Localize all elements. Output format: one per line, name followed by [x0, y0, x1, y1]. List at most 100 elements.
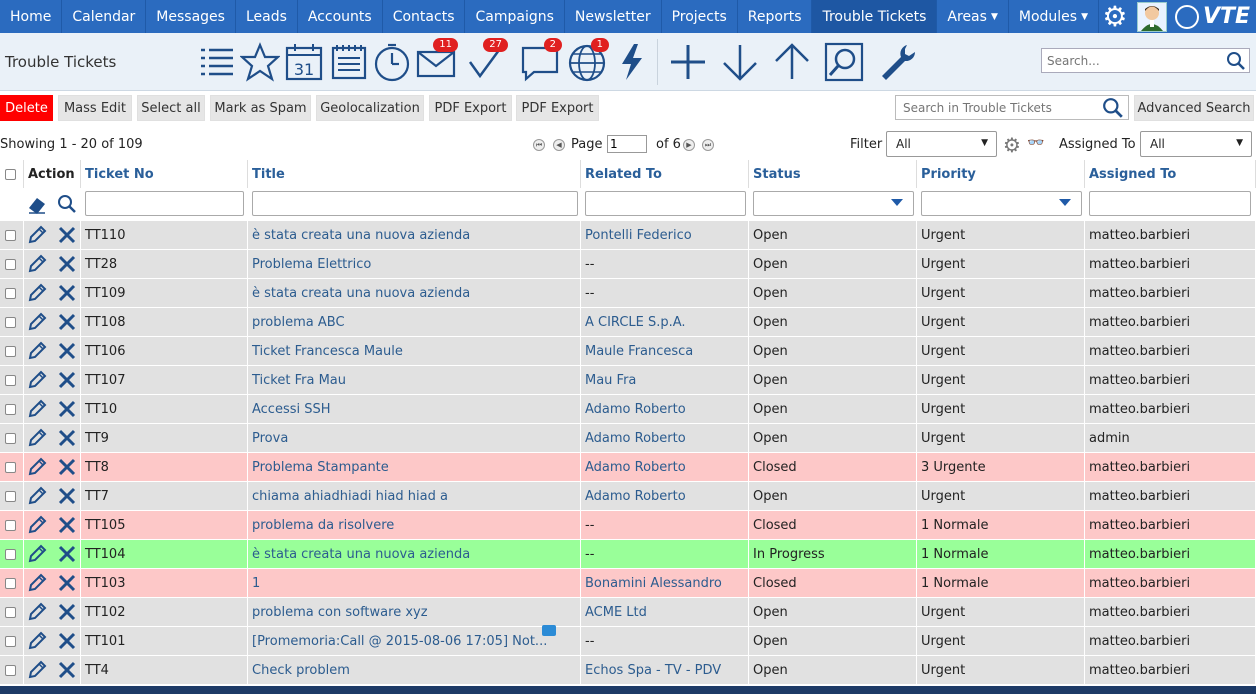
title-cell-text[interactable]: problema con software xyz: [252, 605, 428, 620]
delete-x-icon[interactable]: [57, 544, 77, 564]
nav-calendar[interactable]: Calendar: [62, 0, 147, 33]
filter-select[interactable]: All ▼: [886, 131, 997, 157]
row-checkbox[interactable]: [5, 519, 16, 531]
title-cell[interactable]: Prova: [248, 424, 581, 452]
delete-x-icon[interactable]: [57, 312, 77, 332]
delete-x-icon[interactable]: [57, 225, 77, 245]
row-checkbox[interactable]: [5, 606, 16, 618]
delete-x-icon[interactable]: [57, 602, 77, 622]
related-to-cell-text[interactable]: Adamo Roberto: [585, 402, 686, 417]
edit-pencil-icon[interactable]: [27, 602, 47, 622]
col-ticket-no[interactable]: Ticket No: [81, 160, 248, 188]
related-to-cell[interactable]: Echos Spa - TV - PDV: [581, 656, 749, 684]
edit-pencil-icon[interactable]: [27, 573, 47, 593]
row-checkbox[interactable]: [5, 548, 16, 560]
table-row[interactable]: TT104 è stata creata una nuova azienda -- I…: [0, 540, 1256, 569]
row-checkbox[interactable]: [5, 374, 16, 386]
preview-glasses-icon[interactable]: 👓: [1027, 135, 1044, 151]
table-row[interactable]: TT28 Problema Elettrico -- Open Urgent matteo…: [0, 250, 1256, 279]
delete-x-icon[interactable]: [57, 515, 77, 535]
related-to-cell[interactable]: Mau Fra: [581, 366, 749, 394]
filter-status-select[interactable]: [753, 191, 914, 216]
related-to-cell-text[interactable]: Mau Fra: [585, 373, 636, 388]
title-cell[interactable]: [Promemoria:Call @ 2015-08-06 17:05] Not…: [248, 627, 581, 655]
nav-contacts[interactable]: Contacts: [383, 0, 466, 33]
assigned-to-select[interactable]: All ▼: [1140, 131, 1252, 157]
title-cell-text[interactable]: Prova: [252, 431, 288, 446]
nav-campaigns[interactable]: Campaigns: [465, 0, 565, 33]
edit-pencil-icon[interactable]: [27, 631, 47, 651]
list-search-input[interactable]: [896, 96, 1096, 115]
col-title[interactable]: Title: [248, 160, 581, 188]
nav-modules[interactable]: Modules ▼: [1009, 0, 1099, 33]
related-to-cell[interactable]: Maule Francesca: [581, 337, 749, 365]
next-page-icon[interactable]: ▶: [683, 139, 695, 151]
global-search-input[interactable]: [1042, 53, 1222, 68]
table-row[interactable]: TT9 Prova Adamo Roberto Open Urgent admin: [0, 424, 1256, 453]
title-cell[interactable]: problema con software xyz: [248, 598, 581, 626]
title-cell-text[interactable]: è stata creata una nuova azienda: [252, 228, 470, 243]
filter-settings-gear-icon[interactable]: ⚙: [1003, 133, 1021, 157]
related-to-cell-text[interactable]: Adamo Roberto: [585, 489, 686, 504]
comment-bubble-icon[interactable]: [542, 625, 556, 636]
search-icon[interactable]: [1102, 97, 1124, 123]
related-to-cell[interactable]: Adamo Roberto: [581, 424, 749, 452]
pdf-export-button[interactable]: PDF Export: [429, 95, 512, 121]
edit-pencil-icon[interactable]: [27, 283, 47, 303]
title-cell[interactable]: Ticket Fra Mau: [248, 366, 581, 394]
add-icon[interactable]: [668, 42, 708, 82]
delete-x-icon[interactable]: [57, 660, 77, 680]
table-row[interactable]: TT4 Check problem Echos Spa - TV - PDV Open…: [0, 656, 1256, 685]
title-cell-text[interactable]: Ticket Francesca Maule: [252, 344, 403, 359]
list-view-icon[interactable]: [197, 42, 237, 82]
filter-ticket-input[interactable]: [85, 191, 244, 216]
table-row[interactable]: TT101 [Promemoria:Call @ 2015-08-06 17:05…: [0, 625, 1256, 656]
advanced-search-button[interactable]: Advanced Search: [1134, 95, 1254, 121]
related-to-cell-text[interactable]: Adamo Roberto: [585, 431, 686, 446]
title-cell[interactable]: Check problem: [248, 656, 581, 684]
row-checkbox[interactable]: [5, 345, 16, 357]
delete-x-icon[interactable]: [57, 341, 77, 361]
nav-messages[interactable]: Messages: [146, 0, 236, 33]
nav-areas[interactable]: Areas ▼: [937, 0, 1009, 33]
filter-assigned-input[interactable]: [1089, 191, 1251, 216]
row-checkbox[interactable]: [5, 490, 16, 502]
find-duplicates-icon[interactable]: [824, 42, 864, 82]
timer-icon[interactable]: [372, 42, 412, 82]
table-row[interactable]: TT103 1 Bonamini Alessandro Closed 1 Normale…: [0, 569, 1256, 598]
table-row[interactable]: TT7 chiama ahiadhiadi hiad hiad a Adamo Ro…: [0, 482, 1256, 511]
title-cell-text[interactable]: Check problem: [252, 663, 350, 678]
table-row[interactable]: TT8 Problema Stampante Adamo Roberto Closed…: [0, 453, 1256, 482]
edit-pencil-icon[interactable]: [27, 399, 47, 419]
nav-newsletter[interactable]: Newsletter: [565, 0, 662, 33]
geolocalization-button[interactable]: Geolocalization: [316, 95, 424, 121]
mass-edit-button[interactable]: Mass Edit: [58, 95, 132, 121]
row-checkbox[interactable]: [5, 403, 16, 415]
delete-x-icon[interactable]: [57, 399, 77, 419]
table-row[interactable]: TT10 Accessi SSH Adamo Roberto Open Urgent ma…: [0, 395, 1256, 424]
mail-icon[interactable]: 11: [416, 38, 458, 82]
title-cell-text[interactable]: Problema Elettrico: [252, 257, 371, 272]
nav-projects[interactable]: Projects: [662, 0, 738, 33]
title-cell-text[interactable]: Problema Stampante: [252, 460, 389, 475]
edit-pencil-icon[interactable]: [27, 515, 47, 535]
table-row[interactable]: TT106 Ticket Francesca Maule Maule Frances…: [0, 337, 1256, 366]
table-row[interactable]: TT107 Ticket Fra Mau Mau Fra Open Urgent matt…: [0, 366, 1256, 395]
mark-as-spam-button[interactable]: Mark as Spam: [210, 95, 311, 121]
related-to-cell-text[interactable]: Maule Francesca: [585, 344, 693, 359]
nav-accounts[interactable]: Accounts: [298, 0, 383, 33]
settings-gear-icon[interactable]: ⚙: [1101, 2, 1129, 31]
row-checkbox[interactable]: [5, 287, 16, 299]
pdf-export-button-2[interactable]: PDF Export: [516, 95, 599, 121]
delete-x-icon[interactable]: [57, 283, 77, 303]
title-cell[interactable]: Ticket Francesca Maule: [248, 337, 581, 365]
tasks-check-icon[interactable]: 27: [466, 38, 508, 82]
title-cell-text[interactable]: è stata creata una nuova azienda: [252, 286, 470, 301]
eraser-icon[interactable]: [27, 194, 47, 214]
table-row[interactable]: TT105 problema da risolvere -- Closed 1 Norm…: [0, 511, 1256, 540]
related-to-cell[interactable]: Adamo Roberto: [581, 395, 749, 423]
related-to-cell-text[interactable]: Adamo Roberto: [585, 460, 686, 475]
row-checkbox[interactable]: [5, 664, 16, 676]
delete-x-icon[interactable]: [57, 254, 77, 274]
row-checkbox[interactable]: [5, 461, 16, 473]
